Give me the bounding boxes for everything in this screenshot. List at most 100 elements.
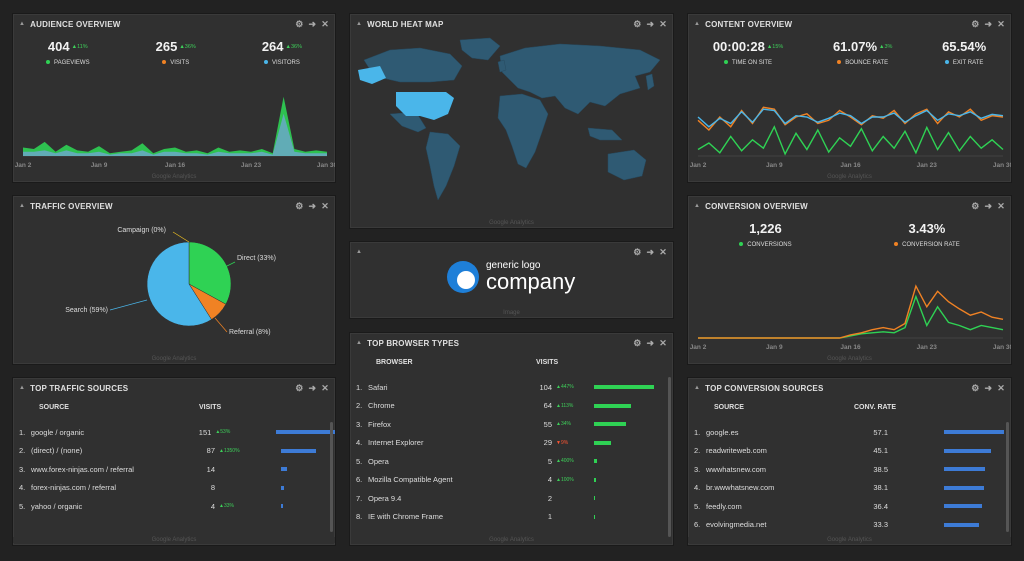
- close-icon[interactable]: ✕: [321, 383, 329, 394]
- table-row[interactable]: 2. readwriteweb.com 45.1: [688, 442, 1011, 461]
- row-value: 104: [539, 382, 552, 392]
- gear-icon[interactable]: ⚙: [295, 383, 303, 394]
- collapse-icon[interactable]: ▲: [694, 21, 700, 27]
- table-row[interactable]: 5. Opera 5 ▲400%: [350, 452, 673, 471]
- table-row[interactable]: 2. Chrome 64 ▲113%: [350, 397, 673, 416]
- kpi-value-line: 1,226: [739, 220, 791, 238]
- collapse-icon[interactable]: ▲: [694, 385, 700, 391]
- arrow-icon[interactable]: ➜: [647, 19, 655, 30]
- gear-icon[interactable]: ⚙: [971, 19, 979, 30]
- collapse-icon[interactable]: ▲: [19, 203, 25, 209]
- arrow-icon[interactable]: ➜: [309, 383, 317, 394]
- row-value: 5: [547, 456, 552, 466]
- row-bar: [281, 485, 285, 490]
- row-name: feedly.com: [706, 501, 742, 511]
- table-row[interactable]: 1. google.es 57.1: [688, 423, 1011, 442]
- arrow-icon[interactable]: ➜: [985, 201, 993, 212]
- widget-footer: Google Analytics: [489, 537, 534, 543]
- table-row[interactable]: 4. br.wwwhatsnew.com 38.1: [688, 479, 1011, 498]
- row-name: evolvingmedia.net: [706, 520, 767, 530]
- x-tick-label: Jan 30: [993, 344, 1011, 351]
- gear-icon[interactable]: ⚙: [633, 247, 641, 258]
- close-icon[interactable]: ✕: [659, 19, 667, 30]
- collapse-icon[interactable]: ▲: [356, 340, 362, 346]
- table-row[interactable]: 1. Safari 104 ▲447%: [350, 378, 673, 397]
- table-row[interactable]: 1. google / organic 151 ▲53%: [13, 423, 335, 442]
- collapse-icon[interactable]: ▲: [694, 203, 700, 209]
- row-index: 1.: [694, 427, 701, 437]
- close-icon[interactable]: ✕: [321, 201, 329, 212]
- col-visits: VISITS: [536, 359, 559, 366]
- conversion-sources-table: 1. google.es 57.1 2. readwriteweb.com 45.1 3. w…: [688, 423, 1011, 534]
- scrollbar[interactable]: [330, 422, 333, 532]
- table-row[interactable]: 3. Firefox 55 ▲34%: [350, 415, 673, 434]
- scrollbar[interactable]: [1006, 422, 1009, 532]
- table-row[interactable]: 5. feedly.com 36.4: [688, 497, 1011, 516]
- collapse-icon[interactable]: ▲: [356, 249, 362, 255]
- table-row[interactable]: 6. evolvingmedia.net 33.3: [688, 516, 1011, 535]
- x-tick-label: Jan 30: [993, 162, 1011, 169]
- company-logo: generic logo company: [446, 260, 575, 294]
- map-africa: [497, 93, 549, 169]
- row-value: 38.5: [873, 464, 888, 474]
- map-south-america: [425, 131, 461, 201]
- table-row[interactable]: 4. Internet Explorer 29 ▼9%: [350, 434, 673, 453]
- collapse-icon[interactable]: ▲: [19, 21, 25, 27]
- arrow-icon[interactable]: ➜: [309, 19, 317, 30]
- kpi-delta: ▲15%: [766, 43, 784, 50]
- table-row[interactable]: 3. www.forex-ninjas.com / referral 14: [13, 460, 335, 479]
- arrow-icon[interactable]: ➜: [647, 247, 655, 258]
- close-icon[interactable]: ✕: [659, 247, 667, 258]
- x-tick-label: Jan 23: [917, 344, 938, 351]
- scrollbar[interactable]: [668, 377, 671, 537]
- gear-icon[interactable]: ⚙: [971, 383, 979, 394]
- table-row[interactable]: 3. wwwhatsnew.com 38.5: [688, 460, 1011, 479]
- arrow-icon[interactable]: ➜: [985, 383, 993, 394]
- table-row[interactable]: 5. yahoo / organic 4 ▲33%: [13, 497, 335, 516]
- table-row[interactable]: 6. Mozilla Compatible Agent 4 ▲100%: [350, 471, 673, 490]
- close-icon[interactable]: ✕: [997, 19, 1005, 30]
- row-delta: ▲400%: [556, 458, 574, 465]
- row-index: 4.: [694, 483, 701, 493]
- table-header: SOURCE VISITS: [13, 398, 335, 411]
- kpi-delta: ▲36%: [179, 43, 196, 50]
- table-row[interactable]: 2. (direct) / (none) 87 ▲1350%: [13, 442, 335, 461]
- close-icon[interactable]: ✕: [321, 19, 329, 30]
- row-name: Firefox: [368, 419, 391, 429]
- kpi-row: 00:00:28 ▲15% TIME ON SITE 61.07% ▲3% BOUNCE …: [688, 34, 1011, 66]
- series-line-1: [698, 284, 1004, 339]
- widget-audience-overview: ▲ AUDIENCE OVERVIEW ⚙ ➜ ✕ 404 ▲11% PAGEVIE…: [12, 13, 336, 183]
- x-tick-label: Jan 23: [917, 162, 938, 169]
- row-value: 14: [206, 464, 215, 474]
- collapse-icon[interactable]: ▲: [19, 385, 25, 391]
- legend-dot: [162, 60, 167, 65]
- close-icon[interactable]: ✕: [997, 383, 1005, 394]
- row-index: 5.: [694, 501, 701, 511]
- close-icon[interactable]: ✕: [659, 338, 667, 349]
- conversion-line-chart: Jan 2 Jan 9 Jan 16 Jan 23 Jan 30: [690, 284, 1011, 351]
- table-row[interactable]: 7. Opera 9.4 2: [350, 489, 673, 508]
- logo-circle-icon: [447, 261, 479, 293]
- widget-footer: Google Analytics: [13, 537, 335, 543]
- arrow-icon[interactable]: ➜: [309, 201, 317, 212]
- table-row[interactable]: 4. forex-ninjas.com / referral 8: [13, 479, 335, 498]
- arrow-icon[interactable]: ➜: [985, 19, 993, 30]
- legend-dot: [944, 60, 949, 65]
- gear-icon[interactable]: ⚙: [295, 19, 303, 30]
- gear-icon[interactable]: ⚙: [971, 201, 979, 212]
- collapse-icon[interactable]: ▲: [356, 21, 362, 27]
- gear-icon[interactable]: ⚙: [295, 201, 303, 212]
- row-bar: [944, 522, 979, 527]
- widget-header: ▲ TRAFFIC OVERVIEW ⚙ ➜ ✕: [13, 196, 335, 216]
- kpi-delta: ▲3%: [879, 43, 893, 50]
- gear-icon[interactable]: ⚙: [633, 19, 641, 30]
- table-row[interactable]: 8. IE with Chrome Frame 1: [350, 508, 673, 527]
- gear-icon[interactable]: ⚙: [633, 338, 641, 349]
- legend-dot: [46, 60, 51, 65]
- arrow-icon[interactable]: ➜: [647, 338, 655, 349]
- close-icon[interactable]: ✕: [997, 201, 1005, 212]
- x-tick-label: Jan 9: [91, 162, 108, 169]
- legend-dot: [894, 242, 899, 247]
- widget-top-traffic-sources: ▲ TOP TRAFFIC SOURCES ⚙ ➜ ✕ SOURCE VISIT…: [12, 377, 336, 546]
- kpi-row: 1,226 CONVERSIONS 3.43% CONVERSION RATE: [688, 216, 1011, 248]
